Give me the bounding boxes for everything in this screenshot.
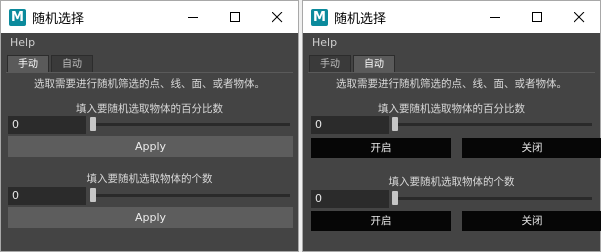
percent-label: 填入要随机选取物体的百分比数 <box>76 103 223 115</box>
maya-app-icon: M <box>9 9 26 26</box>
count-label: 填入要随机选取物体的个数 <box>388 176 515 188</box>
count-slider-handle[interactable] <box>392 191 398 205</box>
menu-bar: Help <box>303 33 600 53</box>
close-icon <box>272 12 283 23</box>
count-input[interactable]: 0 <box>8 187 86 205</box>
menu-bar: Help <box>1 33 298 53</box>
title-bar[interactable]: M 随机选择 <box>1 1 298 33</box>
count-slider-handle[interactable] <box>90 188 96 202</box>
percent-slider-handle[interactable] <box>90 117 96 131</box>
count-slider-track[interactable] <box>396 197 592 200</box>
close-button[interactable] <box>256 1 298 33</box>
percent-label: 填入要随机选取物体的百分比数 <box>378 103 525 115</box>
tab-manual[interactable]: 手动 <box>7 55 49 72</box>
menu-help[interactable]: Help <box>10 36 35 49</box>
percent-slider-track[interactable] <box>396 123 592 126</box>
maximize-button[interactable] <box>214 1 256 33</box>
percent-apply-button[interactable]: Apply <box>8 136 293 157</box>
percent-on-button[interactable]: 开启 <box>311 138 451 158</box>
menu-help[interactable]: Help <box>312 36 337 49</box>
count-apply-button[interactable]: Apply <box>8 207 293 228</box>
percent-off-button[interactable]: 关闭 <box>462 138 601 158</box>
description-text: 选取需要进行随机筛选的点、线、面、或者物体。 <box>34 78 265 90</box>
percent-slider-handle[interactable] <box>392 117 398 131</box>
window-title: 随机选择 <box>334 12 387 27</box>
maximize-button[interactable] <box>516 1 558 33</box>
count-on-button[interactable]: 开启 <box>311 211 451 231</box>
minimize-button[interactable] <box>474 1 516 33</box>
close-button[interactable] <box>558 1 600 33</box>
minimize-icon <box>188 17 198 18</box>
random-select-window-manual: M 随机选择 Help 手动 自动 选取需要进行随机筛选的点、线、面、或者物体。… <box>0 0 299 252</box>
description-text: 选取需要进行随机筛选的点、线、面、或者物体。 <box>336 78 567 90</box>
close-icon <box>574 12 585 23</box>
maximize-icon <box>230 12 240 22</box>
maya-app-icon: M <box>311 9 328 26</box>
minimize-icon <box>490 17 500 18</box>
count-label: 填入要随机选取物体的个数 <box>86 173 213 185</box>
count-off-button[interactable]: 关闭 <box>462 211 601 231</box>
random-select-window-auto: M 随机选择 Help 手动 自动 选取需要进行随机筛选的点、线、面、或者物体。… <box>302 0 601 252</box>
minimize-button[interactable] <box>172 1 214 33</box>
percent-input[interactable]: 0 <box>8 116 86 134</box>
tab-manual[interactable]: 手动 <box>309 55 351 72</box>
percent-input[interactable]: 0 <box>311 116 389 134</box>
tab-auto[interactable]: 自动 <box>51 55 93 72</box>
percent-slider-track[interactable] <box>94 123 290 126</box>
count-slider-track[interactable] <box>94 194 290 197</box>
count-input[interactable]: 0 <box>311 190 389 208</box>
window-title: 随机选择 <box>32 12 85 27</box>
tab-auto[interactable]: 自动 <box>353 55 395 72</box>
maximize-icon <box>532 12 542 22</box>
title-bar[interactable]: M 随机选择 <box>303 1 600 33</box>
